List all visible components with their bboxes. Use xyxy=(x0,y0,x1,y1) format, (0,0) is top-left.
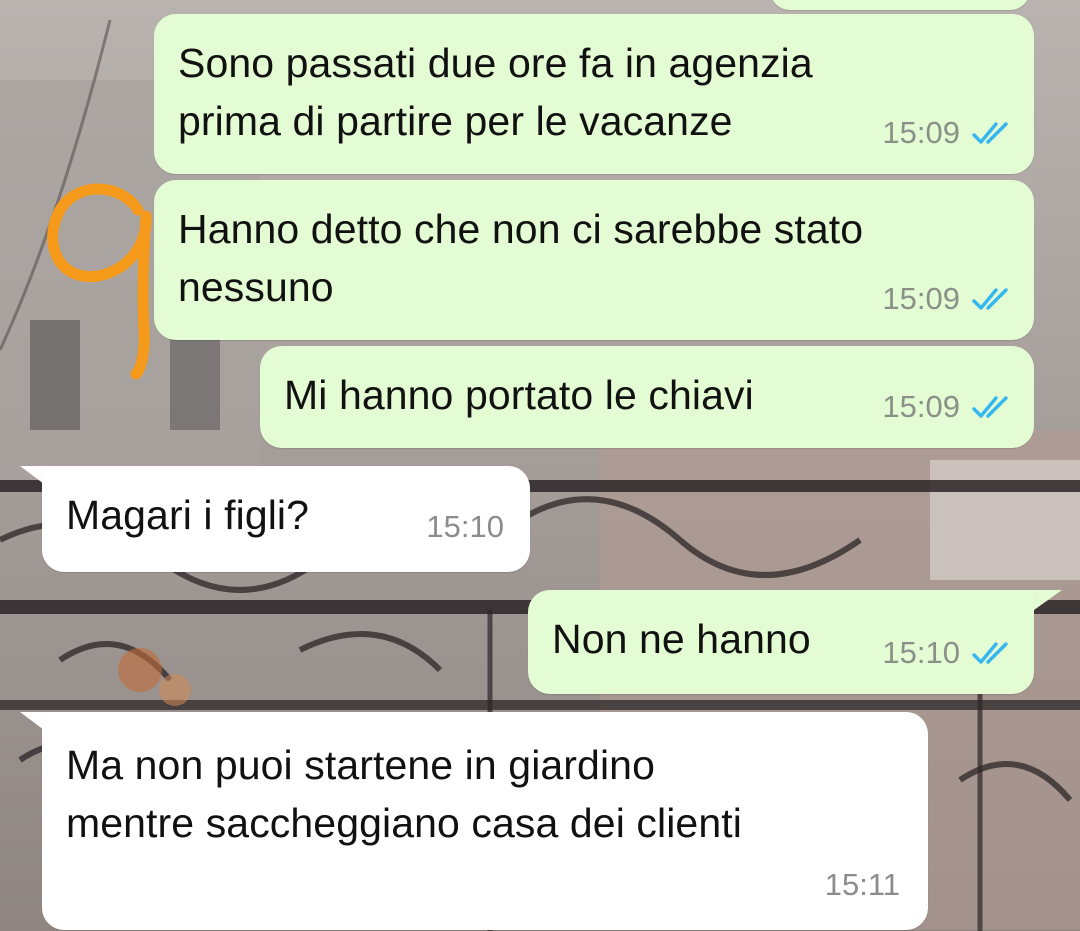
message-text-line: mentre saccheggiano casa dei clienti xyxy=(66,800,742,846)
message-bubble-outgoing[interactable]: Sono passati due ore fa in agenzia prima… xyxy=(154,14,1034,174)
message-text-line: Sono passati due ore fa in agenzia xyxy=(178,40,813,86)
message-time: 15:11 xyxy=(824,867,900,902)
double-check-icon xyxy=(970,640,1014,666)
message-time: 15:10 xyxy=(882,635,960,670)
message-time: 15:09 xyxy=(882,115,960,150)
message-text-line: Mi hanno portato le chiavi xyxy=(284,372,754,418)
message-text-line: prima di partire per le vacanze xyxy=(178,98,733,144)
message-time: 15:09 xyxy=(882,281,960,316)
message-time: 15:10 xyxy=(426,509,504,544)
message-bubble-incoming[interactable]: Ma non puoi startene in giardino mentre … xyxy=(42,712,928,930)
message-text-line: Hanno detto che non ci sarebbe stato xyxy=(178,206,864,252)
double-check-icon xyxy=(970,394,1014,420)
message-meta: 15:10 xyxy=(882,625,1014,680)
message-meta: 15:09 xyxy=(882,379,1014,434)
message-text-line: nessuno xyxy=(178,264,334,310)
message-bubble-outgoing[interactable]: Hanno detto che non ci sarebbe stato nes… xyxy=(154,180,1034,340)
double-check-icon xyxy=(970,286,1014,312)
message-meta: 15:11 xyxy=(825,857,900,912)
message-meta: 15:09 xyxy=(882,105,1014,160)
message-time: 15:09 xyxy=(882,389,960,424)
message-meta: 15:09 xyxy=(882,271,1014,326)
message-bubble-outgoing[interactable]: Mi hanno portato le chiavi 15:09 xyxy=(260,346,1034,448)
message-text-line: Magari i figli? xyxy=(66,492,310,538)
message-meta: 15:10 xyxy=(426,499,504,554)
message-bubble-outgoing[interactable]: Non ne hanno 15:10 xyxy=(528,590,1034,694)
message-bubble-partial xyxy=(770,0,1030,10)
double-check-icon xyxy=(970,120,1014,146)
message-text-line: Ma non puoi startene in giardino xyxy=(66,742,655,788)
message-bubble-incoming[interactable]: Magari i figli? 15:10 xyxy=(42,466,530,572)
chat-thread: Sono passati due ore fa in agenzia prima… xyxy=(0,0,1080,931)
message-text-line: Non ne hanno xyxy=(552,616,811,662)
